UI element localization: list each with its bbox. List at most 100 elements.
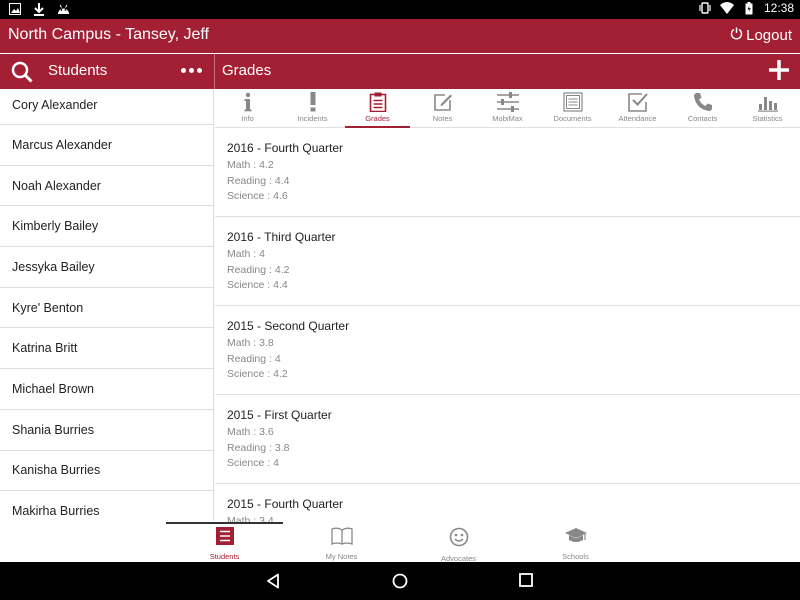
exclamation-icon: [303, 92, 323, 112]
student-list-item[interactable]: Michael Brown: [0, 369, 213, 410]
grade-line: Science : 4.4: [227, 279, 288, 291]
student-name: Katrina Britt: [12, 341, 78, 356]
tab-mobimax[interactable]: MobiMax: [475, 89, 540, 127]
student-name: Kyre' Benton: [12, 300, 84, 315]
search-icon[interactable]: [11, 61, 33, 88]
bottom-nav-label: Students: [209, 552, 240, 561]
recents-icon[interactable]: [519, 573, 533, 592]
grade-line: Reading : 4.2: [227, 263, 290, 276]
power-icon: [730, 27, 743, 44]
tab-label: MobiMax: [492, 114, 523, 123]
grade-line: Science : 4: [227, 457, 279, 469]
bottom-nav-students[interactable]: Students: [166, 527, 283, 561]
checkbox-icon: [627, 92, 648, 112]
app-bar: North Campus - Tansey, Jeff Logout: [0, 19, 800, 53]
logout-label: Logout: [746, 27, 792, 44]
student-name: Shania Burries: [12, 422, 94, 437]
grade-period-title: 2015 - Second Quarter: [227, 319, 350, 333]
panel-header: Students Grades: [0, 54, 800, 89]
bottom-nav-indicator: [166, 522, 283, 524]
status-time: 12:38: [763, 1, 794, 15]
student-name: Jessyka Bailey: [12, 259, 95, 274]
grade-list-item[interactable]: 2015 - First Quarter Math : 3.6 Reading …: [215, 395, 800, 484]
student-detail-tabs: Info Incidents Grades Notes MobiMax Docu…: [215, 89, 800, 128]
student-list-item[interactable]: Cory Alexander: [0, 89, 213, 125]
tab-label: Notes: [432, 114, 453, 123]
tab-grades[interactable]: Grades: [345, 89, 410, 128]
bottom-nav-advocates[interactable]: Advocates: [400, 527, 517, 563]
app-title: North Campus - Tansey, Jeff: [8, 26, 209, 43]
student-list-item[interactable]: Kimberly Bailey: [0, 206, 213, 248]
student-name: Makirha Burries: [12, 504, 100, 519]
grade-period-title: 2015 - First Quarter: [227, 408, 332, 422]
student-list-item[interactable]: Makirha Burries: [0, 491, 213, 521]
student-list-item[interactable]: Noah Alexander: [0, 166, 213, 207]
more-options-icon[interactable]: [181, 68, 202, 73]
documents-icon: [562, 92, 583, 112]
grade-list-item[interactable]: 2016 - Third Quarter Math : 4 Reading : …: [215, 217, 800, 306]
tab-contacts[interactable]: Contacts: [670, 89, 735, 127]
grade-period-title: 2016 - Third Quarter: [227, 230, 336, 244]
tab-incidents[interactable]: Incidents: [280, 89, 345, 127]
student-list-item[interactable]: Katrina Britt: [0, 328, 213, 370]
tab-label: Info: [241, 114, 254, 123]
image-notification-icon: [8, 2, 22, 16]
wifi-icon: [719, 1, 734, 15]
tab-label: Attendance: [618, 114, 657, 123]
student-list-item[interactable]: Shania Burries: [0, 410, 213, 451]
grade-line: Math : 4: [227, 248, 265, 260]
bottom-nav-my-notes[interactable]: My Notes: [283, 527, 400, 561]
grade-line: Science : 4.2: [227, 368, 288, 380]
system-navigation-bar: [0, 562, 800, 600]
student-list-item[interactable]: Marcus Alexander: [0, 125, 213, 166]
grade-line: Reading : 4.4: [227, 174, 290, 187]
book-icon: [330, 527, 353, 550]
grade-period-title: 2015 - Fourth Quarter: [227, 497, 344, 511]
grade-line: Math : 3.6: [227, 426, 274, 438]
tab-label: Incidents: [297, 114, 328, 123]
android-notification-icon: [56, 2, 70, 16]
grade-line: Reading : 4: [227, 352, 281, 365]
tab-label: Contacts: [687, 114, 718, 123]
add-icon[interactable]: [768, 59, 790, 86]
bar-chart-icon: [757, 92, 778, 112]
student-list-item[interactable]: Kanisha Burries: [0, 451, 213, 492]
grade-list-item[interactable]: 2015 - Fourth Quarter Math : 3.4: [215, 484, 800, 522]
tab-label: Documents: [553, 114, 592, 123]
student-name: Noah Alexander: [12, 178, 101, 193]
tab-statistics[interactable]: Statistics: [735, 89, 800, 127]
list-icon: [215, 527, 234, 550]
clipboard-icon: [368, 92, 388, 112]
bottom-navigation: Students My Notes Advocates Schools: [0, 522, 800, 563]
grade-line: Math : 3.8: [227, 337, 274, 349]
download-notification-icon: [32, 2, 46, 16]
bottom-nav-schools[interactable]: Schools: [517, 527, 634, 561]
tab-documents[interactable]: Documents: [540, 89, 605, 127]
student-name: Michael Brown: [12, 381, 94, 396]
grade-line: Reading : 3.8: [227, 441, 290, 454]
phone-icon: [693, 92, 713, 112]
students-header-title: Students: [48, 62, 108, 79]
grade-list-item[interactable]: 2016 - Fourth Quarter Math : 4.2 Reading…: [215, 128, 800, 217]
graduation-cap-icon: [564, 527, 588, 550]
student-name: Cory Alexander: [12, 98, 98, 112]
grades-header-title: Grades: [222, 62, 272, 79]
tab-label: Grades: [365, 114, 390, 123]
logout-button[interactable]: Logout: [730, 27, 792, 44]
student-name: Kimberly Bailey: [12, 219, 99, 234]
tab-attendance[interactable]: Attendance: [605, 89, 670, 127]
student-name: Kanisha Burries: [12, 463, 101, 478]
student-list-item[interactable]: Kyre' Benton: [0, 288, 213, 329]
tab-info[interactable]: Info: [215, 89, 280, 127]
back-icon[interactable]: [266, 573, 280, 594]
student-name: Marcus Alexander: [12, 137, 113, 152]
home-icon[interactable]: [392, 573, 408, 594]
vibrate-icon: [698, 1, 712, 15]
grade-line: Math : 4.2: [227, 159, 274, 171]
status-bar: 12:38: [0, 0, 800, 19]
grade-list-item[interactable]: 2015 - Second Quarter Math : 3.8 Reading…: [215, 306, 800, 395]
bottom-nav-label: My Notes: [325, 552, 358, 561]
student-list-item[interactable]: Jessyka Bailey: [0, 247, 213, 288]
tab-notes[interactable]: Notes: [410, 89, 475, 127]
grade-line: Science : 4.6: [227, 190, 288, 202]
